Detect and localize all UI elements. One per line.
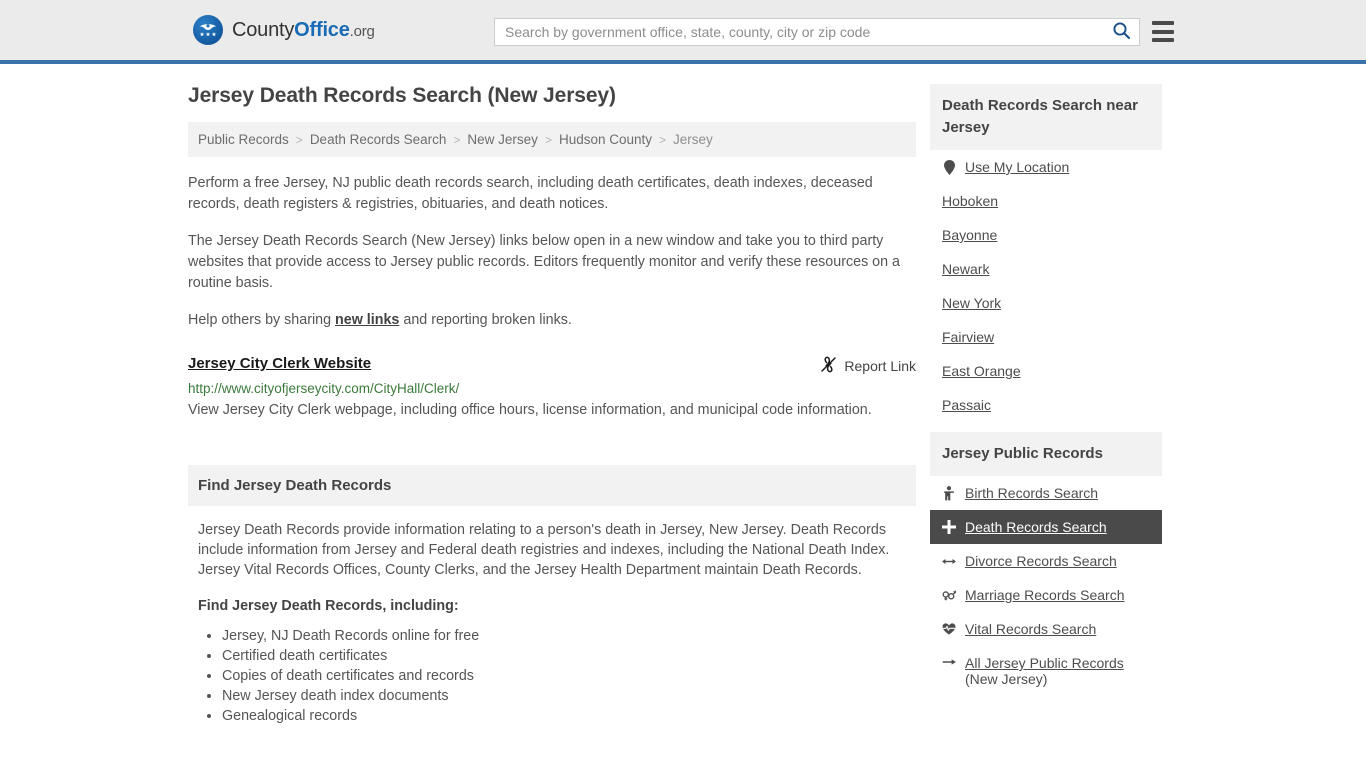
split-arrows-icon <box>942 556 956 567</box>
intro-paragraph-1: Perform a free Jersey, NJ public death r… <box>188 175 873 212</box>
city-label[interactable]: New York <box>942 295 1001 311</box>
record-type-label[interactable]: Marriage Records Search <box>965 587 1125 603</box>
content-container: Jersey Death Records Search (New Jersey)… <box>188 64 1178 726</box>
sidebar-item-marriage-records-search[interactable]: Marriage Records Search <box>930 578 1162 612</box>
record-type-label[interactable]: All Jersey Public Records <box>965 655 1124 671</box>
record-type-label[interactable]: Vital Records Search <box>965 621 1096 637</box>
breadcrumb-separator: > <box>544 132 552 147</box>
hamburger-bar <box>1152 21 1174 25</box>
breadcrumb-item-jersey: Jersey <box>673 132 713 147</box>
heartbeat-icon <box>942 622 956 636</box>
result-description: View Jersey City Clerk webpage, includin… <box>188 402 872 418</box>
city-label[interactable]: East Orange <box>942 363 1021 379</box>
breadcrumb-separator: > <box>295 132 303 147</box>
list-item: Copies of death certificates and records <box>222 666 906 686</box>
sidebar-item-birth-records-search[interactable]: Birth Records Search <box>930 476 1162 510</box>
broken-link-icon <box>820 356 837 376</box>
search-bar[interactable] <box>494 18 1140 46</box>
logo-text-tld: .org <box>349 22 375 40</box>
arrow-right-icon <box>942 655 956 668</box>
sidebar-item-fairview[interactable]: Fairview <box>930 320 1162 354</box>
cross-icon <box>942 520 956 534</box>
find-records-paragraph: Jersey Death Records provide information… <box>198 522 890 578</box>
list-item: Jersey, NJ Death Records online for free <box>222 626 906 646</box>
page-title: Jersey Death Records Search (New Jersey) <box>188 84 616 107</box>
hamburger-menu-icon[interactable] <box>1152 21 1174 42</box>
sidebar-item-newark[interactable]: Newark <box>930 252 1162 286</box>
breadcrumb-separator: > <box>659 132 667 147</box>
city-label[interactable]: Bayonne <box>942 227 997 243</box>
search-input[interactable] <box>495 19 1103 45</box>
breadcrumb-item-new-jersey[interactable]: New Jersey <box>467 132 538 147</box>
sidebar-item-all-jersey-public-records[interactable]: All Jersey Public Records (New Jersey) <box>930 646 1162 696</box>
sidebar: Death Records Search near Jersey Use My … <box>930 84 1162 696</box>
breadcrumb-item-hudson-county[interactable]: Hudson County <box>559 132 652 147</box>
sidebar-item-death-records-search[interactable]: Death Records Search <box>930 510 1162 544</box>
site-logo[interactable]: CountyOffice.org <box>193 15 375 45</box>
public-records-list: Birth Records Search Death Records Searc… <box>930 476 1162 696</box>
breadcrumb-item-public-records[interactable]: Public Records <box>198 132 289 147</box>
site-header: CountyOffice.org <box>0 0 1366 64</box>
breadcrumb-separator: > <box>453 132 461 147</box>
report-link-label: Report Link <box>844 358 916 374</box>
help-paragraph: Help others by sharing new links and rep… <box>188 310 916 331</box>
find-records-list: Jersey, NJ Death Records online for free… <box>198 626 906 726</box>
find-records-list-heading: Find Jersey Death Records, including: <box>198 598 459 614</box>
sidebar-item-hoboken[interactable]: Hoboken <box>930 184 1162 218</box>
use-my-location-label[interactable]: Use My Location <box>965 159 1069 175</box>
search-icon <box>1112 21 1131 43</box>
sidebar-item-new-york[interactable]: New York <box>930 286 1162 320</box>
record-type-label[interactable]: Divorce Records Search <box>965 553 1117 569</box>
logo-text-county: County <box>232 18 295 41</box>
sidebar-item-bayonne[interactable]: Bayonne <box>930 218 1162 252</box>
breadcrumb-item-death-records-search[interactable]: Death Records Search <box>310 132 447 147</box>
sidebar-item-passaic[interactable]: Passaic <box>930 388 1162 422</box>
sidebar-item-east-orange[interactable]: East Orange <box>930 354 1162 388</box>
result-header-row: Jersey City Clerk Website Report Link <box>188 355 916 376</box>
new-links-link[interactable]: new links <box>335 312 399 328</box>
public-records-panel-heading: Jersey Public Records <box>930 432 1162 476</box>
city-label[interactable]: Hoboken <box>942 193 998 209</box>
logo-text-office: Office <box>294 18 350 41</box>
hamburger-bar <box>1152 38 1174 42</box>
gender-symbols-icon <box>942 588 956 602</box>
find-records-section-body: Jersey Death Records provide information… <box>188 506 916 726</box>
help-suffix: and reporting broken links. <box>399 312 572 328</box>
find-records-section-heading: Find Jersey Death Records <box>188 465 916 506</box>
baby-icon <box>942 485 956 501</box>
nearby-list: Use My Location Hoboken Bayonne Newark N… <box>930 150 1162 422</box>
record-type-sublabel: (New Jersey) <box>965 671 1048 687</box>
intro-paragraph-2: The Jersey Death Records Search (New Jer… <box>188 233 901 291</box>
list-item: Genealogical records <box>222 706 906 726</box>
help-prefix: Help others by sharing <box>188 312 336 328</box>
map-pin-icon <box>942 159 956 175</box>
hamburger-bar <box>1152 29 1174 34</box>
nearby-panel-heading: Death Records Search near Jersey <box>930 84 1162 150</box>
eagle-stars-icon <box>193 15 223 45</box>
all-records-label-wrap: All Jersey Public Records (New Jersey) <box>965 655 1124 687</box>
city-label[interactable]: Passaic <box>942 397 991 413</box>
result-item: Jersey City Clerk Website Report Link ht… <box>188 355 916 421</box>
sidebar-item-use-my-location[interactable]: Use My Location <box>930 150 1162 184</box>
logo-wordmark: CountyOffice.org <box>232 19 375 42</box>
report-link-button[interactable]: Report Link <box>820 355 916 376</box>
search-button[interactable] <box>1103 19 1139 45</box>
result-title-link[interactable]: Jersey City Clerk Website <box>188 355 371 372</box>
record-type-label[interactable]: Death Records Search <box>965 519 1107 535</box>
list-item: New Jersey death index documents <box>222 686 906 706</box>
record-type-label[interactable]: Birth Records Search <box>965 485 1098 501</box>
sidebar-item-vital-records-search[interactable]: Vital Records Search <box>930 612 1162 646</box>
sidebar-item-divorce-records-search[interactable]: Divorce Records Search <box>930 544 1162 578</box>
list-item: Certified death certificates <box>222 646 906 666</box>
result-url[interactable]: http://www.cityofjerseycity.com/CityHall… <box>188 381 916 396</box>
city-label[interactable]: Newark <box>942 261 989 277</box>
main-column: Jersey Death Records Search (New Jersey)… <box>188 84 916 726</box>
page-body: Jersey Death Records Search (New Jersey)… <box>0 64 1366 726</box>
city-label[interactable]: Fairview <box>942 329 994 345</box>
breadcrumb: Public Records > Death Records Search > … <box>188 122 916 157</box>
